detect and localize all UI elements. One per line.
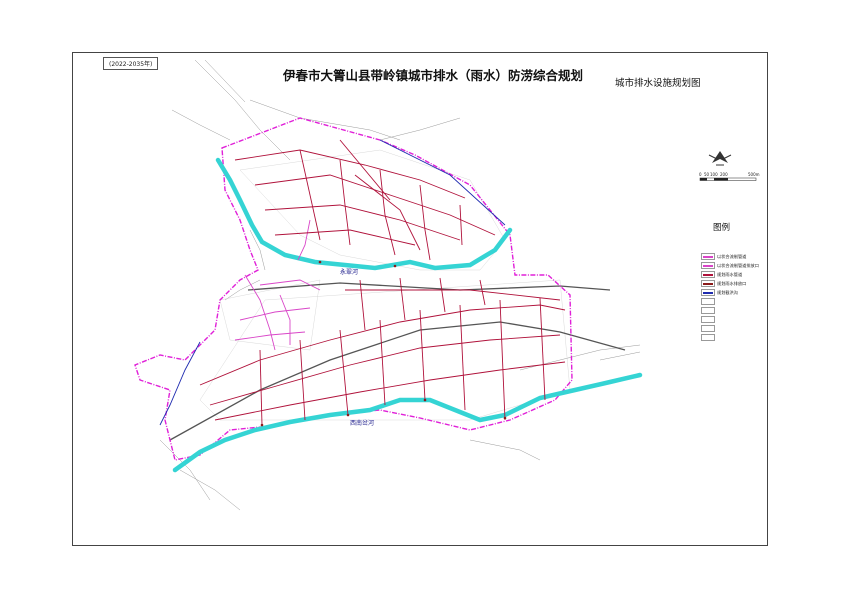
- base-map-roads: [159, 59, 641, 511]
- scale-label-3: 200: [720, 172, 728, 177]
- north-arrow-icon: [708, 151, 732, 166]
- south-river-label: 西南岔河: [350, 419, 374, 427]
- north-river-label: 永翠河: [340, 268, 358, 276]
- scale-label-1: 50: [704, 172, 710, 177]
- south-river: [172, 372, 643, 473]
- scale-label-2: 100: [710, 172, 718, 177]
- flood-ditch: [159, 139, 506, 426]
- scale-bar: 0 50 100 200 500m: [699, 172, 760, 181]
- planning-boundary: [134, 117, 573, 461]
- planning-map[interactable]: 永翠河 西南岔河 0 50 100 200 500m: [0, 0, 842, 595]
- scale-label-5: 500m: [748, 172, 760, 177]
- scale-label-0: 0: [699, 172, 702, 177]
- railway: [169, 282, 626, 441]
- north-river: [215, 157, 513, 271]
